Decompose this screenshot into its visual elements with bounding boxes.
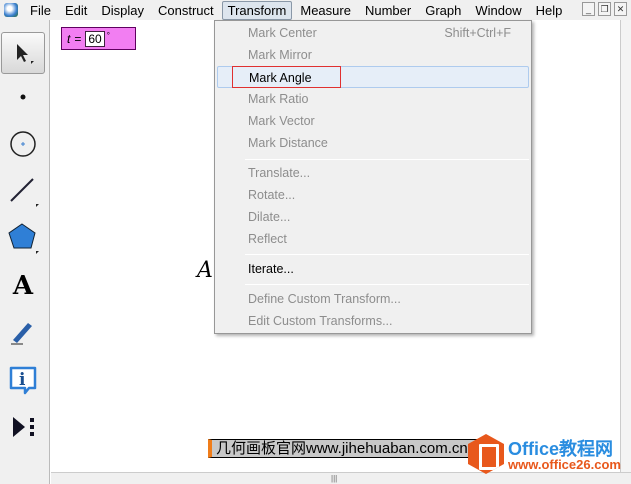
parameter-unit: ° <box>106 31 110 40</box>
play-custom-icon <box>13 417 34 437</box>
menu-item-edit-custom-transforms[interactable]: Edit Custom Transforms... <box>217 310 529 332</box>
menu-edit[interactable]: Edit <box>59 1 93 20</box>
menu-item-mark-mirror[interactable]: Mark Mirror <box>217 44 529 66</box>
scroll-thumb-grip[interactable]: ||| <box>331 474 337 483</box>
menu-item-mark-ratio[interactable]: Mark Ratio <box>217 88 529 110</box>
office-logo-icon <box>468 434 504 474</box>
pen-icon <box>11 323 32 345</box>
menu-item-dilate[interactable]: Dilate... <box>217 206 529 228</box>
arrow-select-tool[interactable] <box>1 32 45 74</box>
menu-item-mark-vector[interactable]: Mark Vector <box>217 110 529 132</box>
minimize-button[interactable]: _ <box>582 2 595 16</box>
menu-item-reflect[interactable]: Reflect <box>217 228 529 250</box>
menu-separator <box>245 159 529 160</box>
menu-construct[interactable]: Construct <box>152 1 220 20</box>
vertical-scrollbar[interactable] <box>620 20 631 472</box>
menu-item-label: Mark Center <box>248 26 317 40</box>
line-segment-icon <box>10 178 39 207</box>
close-button[interactable]: ✕ <box>614 2 627 16</box>
menu-display[interactable]: Display <box>95 1 150 20</box>
menu-help[interactable]: Help <box>530 1 569 20</box>
parameter-equals: = <box>74 31 82 46</box>
parameter-name: t <box>67 31 71 46</box>
toolbox: A i <box>0 20 50 484</box>
point-icon <box>20 94 26 100</box>
text-tool[interactable]: A <box>1 265 45 307</box>
menu-item-define-custom-transform[interactable]: Define Custom Transform... <box>217 288 529 310</box>
app-icon[interactable] <box>4 3 18 17</box>
menu-number[interactable]: Number <box>359 1 417 20</box>
logo-url: www.office26.com <box>508 457 621 472</box>
custom-tool[interactable] <box>1 406 45 448</box>
point-label-a[interactable]: A <box>197 258 213 283</box>
menu-separator <box>245 254 529 255</box>
arrow-icon <box>17 44 34 64</box>
restore-button[interactable]: ❐ <box>598 2 611 16</box>
menu-item-translate[interactable]: Translate... <box>217 162 529 184</box>
menu-graph[interactable]: Graph <box>419 1 467 20</box>
menu-item-rotate[interactable]: Rotate... <box>217 184 529 206</box>
menu-window[interactable]: Window <box>469 1 527 20</box>
menu-item-mark-distance[interactable]: Mark Distance <box>217 132 529 154</box>
transform-menu-dropdown: Mark Center Shift+Ctrl+F Mark Mirror Mark… <box>214 20 532 334</box>
menu-file[interactable]: File <box>24 1 57 20</box>
straightedge-tool[interactable] <box>1 170 45 212</box>
parameter-value[interactable]: 60 <box>85 30 105 47</box>
circle-icon <box>10 131 36 157</box>
compass-tool[interactable] <box>1 123 45 165</box>
menu-item-iterate[interactable]: Iterate... <box>217 258 529 280</box>
svg-text:i: i <box>19 370 26 390</box>
info-icon: i <box>9 366 37 395</box>
shortcut-label: Shift+Ctrl+F <box>444 26 511 40</box>
text-a-icon: A <box>12 271 34 301</box>
menu-separator <box>245 284 529 285</box>
menu-measure[interactable]: Measure <box>294 1 357 20</box>
menubar: File Edit Display Construct Transform Me… <box>0 0 631 20</box>
polygon-icon <box>8 223 39 254</box>
highlight-annotation-box <box>232 66 341 88</box>
point-tool[interactable] <box>1 76 45 118</box>
marker-tool[interactable] <box>1 310 45 352</box>
menu-transform[interactable]: Transform <box>221 0 293 20</box>
parameter-t[interactable]: t = 60 ° <box>61 27 136 50</box>
information-tool[interactable]: i <box>1 358 45 400</box>
watermark-text: 几何画板官网www.jihehuaban.com.cn <box>208 439 478 458</box>
polygon-tool[interactable] <box>1 217 45 259</box>
office-logo: Office教程网 www.office26.com <box>468 434 628 474</box>
menu-item-mark-center[interactable]: Mark Center Shift+Ctrl+F <box>217 22 529 44</box>
